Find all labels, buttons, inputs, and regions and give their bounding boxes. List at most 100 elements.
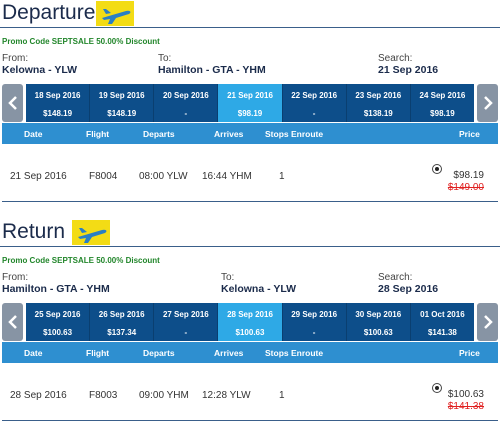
col-stops: Stops Enroute (265, 129, 324, 139)
return-title: Return (2, 220, 66, 243)
date-option[interactable]: 20 Sep 2016 - (154, 84, 219, 122)
to-label: To: (158, 53, 172, 64)
select-flight-radio[interactable] (432, 164, 442, 174)
col-stops: Stops Enroute (265, 348, 324, 358)
next-dates-button[interactable] (477, 303, 498, 341)
row-price: $98.19 (453, 170, 484, 181)
row-old-price: $149.00 (447, 182, 484, 193)
date-label: 30 Sep 2016 (355, 310, 402, 319)
date-price: - (312, 328, 316, 337)
date-option[interactable]: 25 Sep 2016 $100.63 (26, 303, 91, 341)
row-departs: 08:00 YLW (139, 171, 188, 182)
search-value: 21 Sep 2016 (378, 64, 439, 76)
date-option[interactable]: 26 Sep 2016 $137.34 (90, 303, 155, 341)
row-date: 28 Sep 2016 (10, 390, 67, 401)
row-price: $100.63 (447, 389, 484, 400)
search-label: Search: (378, 53, 413, 64)
row-departs: 09:00 YHM (139, 390, 189, 401)
date-option-selected[interactable]: 28 Sep 2016 $100.63 (218, 303, 283, 341)
chevron-left-icon (7, 96, 17, 110)
chevron-left-icon (7, 315, 17, 329)
col-price: Price (459, 129, 480, 139)
to-label: To: (221, 272, 235, 283)
date-selector: 18 Sep 2016 $148.19 19 Sep 2016 $148.19 20… (2, 84, 498, 122)
date-label: 19 Sep 2016 (98, 91, 145, 100)
date-label: 21 Sep 2016 (227, 91, 273, 100)
row-stops: 1 (279, 171, 285, 182)
date-option[interactable]: 29 Sep 2016 - (282, 303, 347, 341)
row-stops: 1 (279, 390, 285, 401)
col-date: Date (24, 348, 43, 358)
row-arrives: 12:28 YLW (202, 390, 251, 401)
date-label: 26 Sep 2016 (98, 310, 145, 319)
to-value: Hamilton - GTA - YHM (158, 64, 266, 76)
date-strip: 18 Sep 2016 $148.19 19 Sep 2016 $148.19 20… (26, 84, 474, 122)
flight-row: 21 Sep 2016 F8004 08:00 YLW 16:44 YHM 1 … (2, 150, 498, 202)
col-flight: Flight (86, 348, 110, 358)
date-option[interactable]: 01 Oct 2016 $141.38 (410, 303, 474, 341)
date-price: $100.63 (235, 328, 265, 337)
date-option[interactable]: 18 Sep 2016 $148.19 (26, 84, 91, 122)
date-option[interactable]: 27 Sep 2016 - (154, 303, 219, 341)
date-label: 28 Sep 2016 (227, 310, 273, 319)
row-flight: F8004 (89, 171, 118, 182)
date-price: - (184, 109, 188, 118)
date-label: 29 Sep 2016 (291, 310, 338, 319)
row-flight: F8003 (89, 390, 118, 401)
from-value: Kelowna - YLW (2, 64, 78, 76)
date-price: $148.19 (107, 109, 137, 118)
from-label: From: (2, 53, 29, 64)
search-label: Search: (378, 272, 413, 283)
airplane-icon (96, 1, 134, 26)
flight-row: 28 Sep 2016 F8003 09:00 YHM 12:28 YLW 1 … (2, 369, 498, 421)
search-value: 28 Sep 2016 (378, 283, 439, 295)
date-selector: 25 Sep 2016 $100.63 26 Sep 2016 $137.34 27… (2, 303, 498, 341)
next-dates-button[interactable] (477, 84, 498, 122)
chevron-right-icon (483, 315, 493, 329)
prev-dates-button[interactable] (2, 303, 23, 341)
date-price: $138.19 (363, 109, 393, 118)
select-flight-radio[interactable] (432, 383, 442, 393)
date-label: 20 Sep 2016 (162, 91, 209, 100)
return-header: Return (0, 219, 500, 247)
date-price: - (184, 328, 188, 337)
col-departs: Departs (143, 129, 175, 139)
date-label: 25 Sep 2016 (34, 310, 81, 319)
date-option[interactable]: 24 Sep 2016 $98.19 (410, 84, 474, 122)
row-date: 21 Sep 2016 (10, 171, 67, 182)
col-arrives: Arrives (214, 129, 244, 139)
column-header: Date Flight Departs Arrives Stops Enrout… (2, 342, 498, 363)
airplane-icon (72, 220, 110, 245)
date-label: 01 Oct 2016 (420, 310, 465, 319)
date-price: $100.63 (43, 328, 73, 337)
date-label: 27 Sep 2016 (162, 310, 209, 319)
date-option[interactable]: 23 Sep 2016 $138.19 (346, 84, 411, 122)
col-date: Date (24, 129, 43, 139)
date-price: $148.19 (43, 109, 73, 118)
col-arrives: Arrives (214, 348, 244, 358)
date-label: 18 Sep 2016 (34, 91, 81, 100)
date-option[interactable]: 22 Sep 2016 - (282, 84, 347, 122)
date-label: 22 Sep 2016 (291, 91, 338, 100)
date-option[interactable]: 30 Sep 2016 $100.63 (346, 303, 411, 341)
date-option[interactable]: 19 Sep 2016 $148.19 (90, 84, 155, 122)
prev-dates-button[interactable] (2, 84, 23, 122)
to-value: Kelowna - YLW (221, 283, 297, 295)
departure-header: Departure (0, 0, 500, 28)
from-label: From: (2, 272, 29, 283)
date-strip: 25 Sep 2016 $100.63 26 Sep 2016 $137.34 27… (26, 303, 474, 341)
row-old-price: $141.38 (447, 401, 484, 412)
date-price: $100.63 (363, 328, 393, 337)
chevron-right-icon (483, 96, 493, 110)
col-flight: Flight (86, 129, 110, 139)
col-departs: Departs (143, 348, 175, 358)
date-option-selected[interactable]: 21 Sep 2016 $98.19 (218, 84, 283, 122)
departure-title: Departure (2, 1, 96, 24)
date-price: $98.19 (430, 109, 455, 118)
promo-code: Promo Code SEPTSALE 50.00% Discount (2, 256, 160, 265)
row-arrives: 16:44 YHM (202, 171, 252, 182)
date-price: $98.19 (237, 109, 263, 118)
date-price: $137.34 (107, 328, 137, 337)
date-label: 24 Sep 2016 (419, 91, 466, 100)
column-header: Date Flight Departs Arrives Stops Enrout… (2, 123, 498, 144)
